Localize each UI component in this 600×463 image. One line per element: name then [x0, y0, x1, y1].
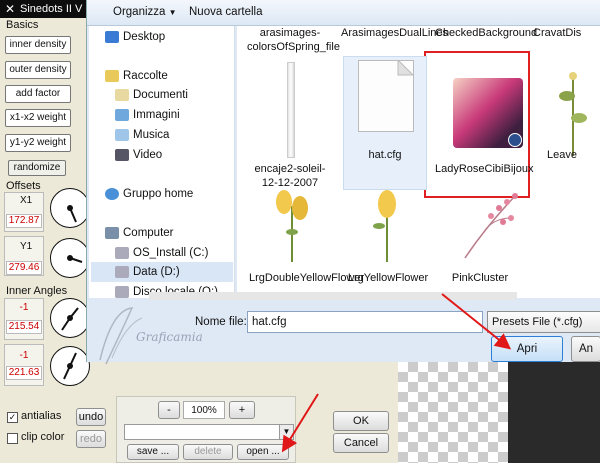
arrow-to-open	[281, 393, 319, 453]
arrow-to-apri	[441, 293, 512, 350]
annotation-arrows	[281, 293, 512, 453]
